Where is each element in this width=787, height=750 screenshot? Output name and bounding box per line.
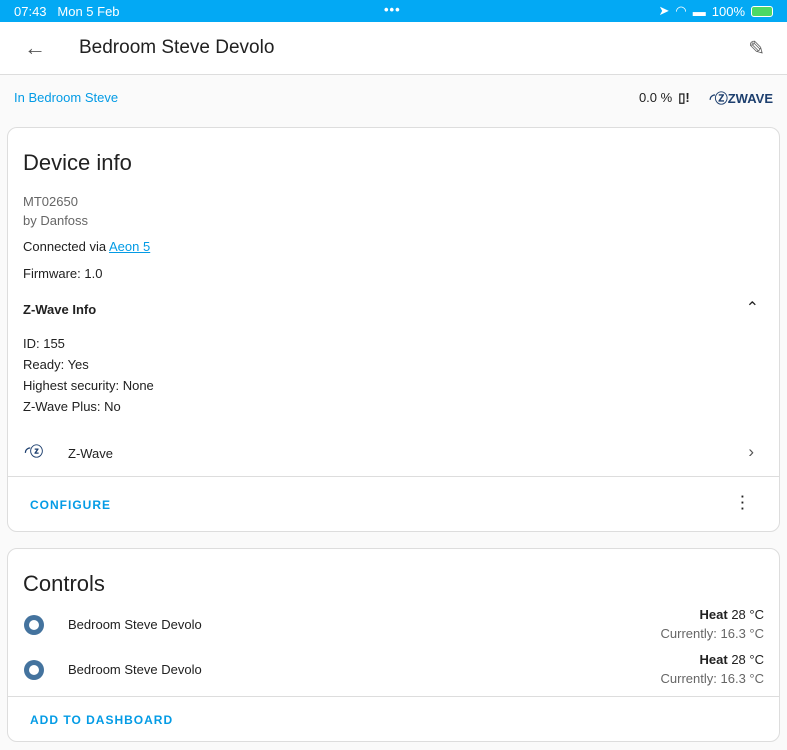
page-title: Bedroom Steve Devolo — [79, 37, 275, 58]
zwave-plus: Z-Wave Plus: No — [23, 399, 121, 414]
area-link[interactable]: In Bedroom Steve — [14, 90, 118, 105]
back-arrow-icon[interactable]: ← — [24, 35, 48, 61]
device-manufacturer: by Danfoss — [23, 213, 89, 228]
thermostat-icon — [24, 615, 44, 635]
target-temp: 28 °C — [727, 652, 764, 667]
more-vert-icon[interactable]: · · · — [741, 490, 745, 515]
status-date: Mon 5 Feb — [57, 3, 120, 19]
edit-pencil-icon[interactable]: ✎ — [748, 36, 765, 61]
zwave-ready: Ready: Yes — [23, 357, 89, 372]
multitask-dots-icon[interactable]: ••• — [384, 2, 401, 17]
chevron-right-icon: › — [748, 442, 754, 461]
hvac-mode: Heat — [699, 607, 728, 622]
toolbar: ← Bedroom Steve Devolo ✎ — [0, 22, 787, 75]
zwave-security: Highest security: None — [23, 378, 154, 393]
device-info-card: Device info MT02650 by Danfoss Connected… — [7, 127, 780, 532]
sleep-icon: ▬ — [692, 3, 706, 19]
device-subheader: In Bedroom Steve 0.0 % ▯! ◜ⓏZWAVE — [0, 75, 787, 120]
battery-alert-icon: ▯! — [678, 89, 690, 105]
chevron-up-icon[interactable]: ⌃ — [746, 298, 759, 318]
controls-heading: Controls — [23, 571, 105, 596]
firmware: Firmware: 1.0 — [23, 266, 103, 281]
entity-name: Bedroom Steve Devolo — [68, 617, 202, 632]
battery-charging-icon — [751, 5, 773, 17]
integration-label: Z-Wave — [68, 446, 114, 461]
hvac-mode: Heat — [699, 652, 728, 667]
zwave-id: ID: 155 — [23, 336, 65, 351]
status-time: 07:43 — [14, 3, 47, 19]
target-temp: 28 °C — [727, 607, 764, 622]
device-info-heading: Device info — [23, 150, 132, 175]
current-temp: Currently: 16.3 °C — [660, 671, 764, 686]
status-battery: 100% — [711, 3, 745, 19]
wifi-icon: ◠ — [675, 3, 687, 18]
device-model: MT02650 — [23, 194, 78, 209]
configure-button[interactable]: CONFIGURE — [30, 498, 111, 512]
zwave-logo: ◜ⓏZWAVE — [709, 91, 773, 106]
add-to-dashboard-button[interactable]: ADD TO DASHBOARD — [30, 713, 173, 727]
controls-card: Controls Bedroom Steve Devolo Heat 28 °C… — [7, 548, 780, 742]
entity-name: Bedroom Steve Devolo — [68, 662, 202, 677]
zwave-info-header[interactable]: Z-Wave Info — [23, 302, 96, 317]
status-bar: 07:43 Mon 5 Feb ••• ➤ ◠ ▬ 100% — [0, 0, 787, 22]
connected-label: Connected via — [23, 239, 110, 254]
connected-via-link[interactable]: Aeon 5 — [109, 239, 150, 254]
zwave-icon: ◜ⓩ — [25, 444, 44, 459]
battery-level: 0.0 % — [638, 90, 673, 105]
current-temp: Currently: 16.3 °C — [660, 626, 764, 641]
location-icon: ➤ — [658, 3, 670, 18]
thermostat-icon — [24, 660, 44, 680]
